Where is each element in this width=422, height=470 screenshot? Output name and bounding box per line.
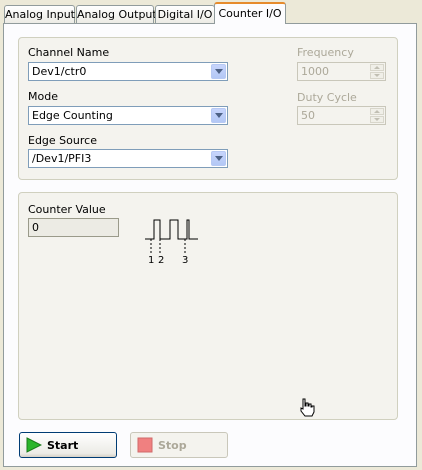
edge-label-2: 2 (158, 255, 164, 266)
frequency-spinner[interactable]: 1000 (297, 62, 386, 81)
spin-down-icon[interactable] (370, 116, 384, 123)
edge-counting-waveform-icon: 1 2 3 (145, 219, 198, 266)
stop-icon (137, 437, 153, 453)
edge-source-value: /Dev1/PFI3 (32, 152, 92, 165)
play-icon (26, 437, 42, 453)
stop-button[interactable]: Stop (130, 432, 228, 458)
channel-name-select[interactable]: Dev1/ctr0 (28, 62, 228, 81)
start-button[interactable]: Start (19, 432, 117, 458)
duty-cycle-spinner[interactable]: 50 (297, 106, 386, 125)
channel-name-label: Channel Name (28, 46, 110, 59)
mode-label: Mode (28, 90, 58, 103)
counter-value: 0 (32, 221, 39, 234)
spin-down-icon[interactable] (370, 72, 384, 79)
frequency-label: Frequency (297, 46, 354, 59)
start-label: Start (47, 439, 79, 452)
spin-up-icon[interactable] (370, 108, 384, 115)
chevron-down-icon[interactable] (211, 151, 226, 166)
frequency-value: 1000 (301, 65, 329, 78)
mode-value: Edge Counting (32, 109, 113, 122)
edge-source-select[interactable]: /Dev1/PFI3 (28, 149, 228, 168)
counter-value-readout: 0 (28, 218, 119, 237)
edge-label-3: 3 (182, 255, 188, 266)
edge-source-label: Edge Source (28, 134, 97, 147)
spin-up-icon[interactable] (370, 64, 384, 71)
stop-label: Stop (158, 439, 187, 452)
hand-cursor-icon (300, 398, 315, 417)
counter-value-label: Counter Value (28, 203, 106, 216)
edge-label-1: 1 (148, 255, 154, 266)
mode-select[interactable]: Edge Counting (28, 106, 228, 125)
duty-cycle-value: 50 (301, 109, 315, 122)
channel-name-value: Dev1/ctr0 (32, 65, 87, 78)
chevron-down-icon[interactable] (211, 64, 226, 79)
duty-cycle-label: Duty Cycle (297, 91, 357, 104)
chevron-down-icon[interactable] (211, 108, 226, 123)
